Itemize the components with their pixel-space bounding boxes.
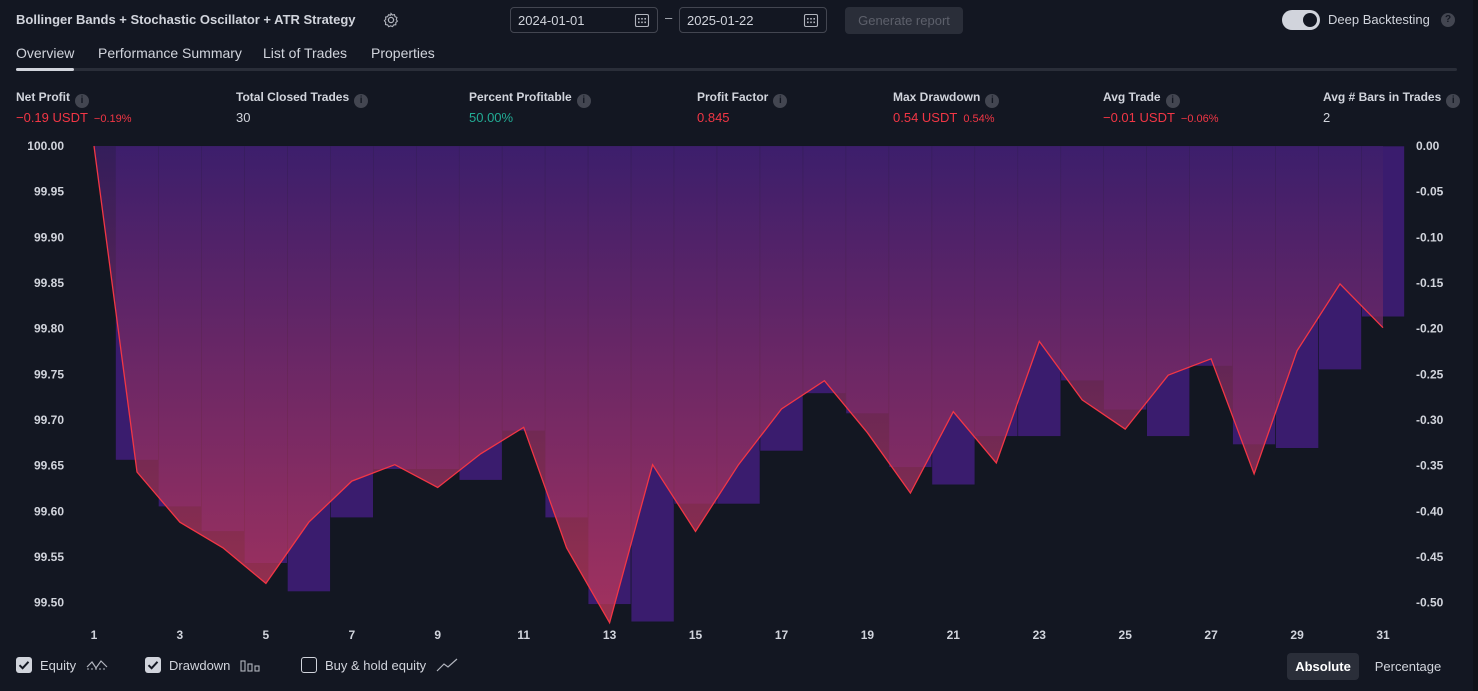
- x-axis-tick-label: 11: [517, 628, 530, 642]
- metric-net-profit-label: Net Profit i: [16, 90, 89, 108]
- right-axis-tick-label: -0.15: [1416, 276, 1444, 290]
- metric-profit-factor-value: 0.845: [697, 110, 730, 125]
- info-icon[interactable]: i: [75, 94, 89, 108]
- metric-total-closed-trades-label: Total Closed Trades i: [236, 90, 369, 108]
- drawdown-bars-icon: [240, 660, 260, 675]
- x-axis-tick-label: 21: [947, 628, 961, 642]
- right-axis-tick-label: -0.40: [1416, 504, 1444, 518]
- x-axis-tick-label: 31: [1376, 628, 1390, 642]
- left-axis-tick-label: 100.00: [27, 139, 64, 153]
- metric-percent-profitable-label: Percent Profitable i: [469, 90, 591, 108]
- gear-icon[interactable]: [382, 11, 400, 29]
- checkbox-equity[interactable]: [16, 657, 32, 673]
- info-icon[interactable]: i: [354, 94, 369, 108]
- calendar-icon[interactable]: [803, 12, 819, 28]
- legend-buy-hold[interactable]: Buy & hold equity: [301, 657, 458, 675]
- info-icon[interactable]: i: [1165, 94, 1180, 108]
- right-axis-tick-label: -0.05: [1416, 185, 1444, 199]
- right-axis-tick-label: -0.30: [1416, 413, 1444, 427]
- left-axis-tick-label: 99.80: [34, 322, 64, 336]
- left-axis-tick-label: 99.60: [34, 504, 64, 518]
- metric-total-closed-trades-value: 30: [236, 110, 251, 125]
- buy-hold-line-icon: [436, 658, 458, 675]
- metric-max-drawdown-label: Max Drawdown i: [893, 90, 1000, 108]
- x-axis-tick-label: 25: [1119, 628, 1133, 642]
- left-axis-tick-label: 99.70: [34, 413, 64, 427]
- metric-percent-profitable-value: 50.00%: [469, 110, 514, 125]
- right-axis-tick-label: -0.10: [1416, 230, 1444, 244]
- right-axis-tick-label: -0.45: [1416, 550, 1444, 564]
- metric-net-profit-value: −0.19 USDT −0.19%: [16, 110, 132, 125]
- legend-drawdown[interactable]: Drawdown: [145, 657, 260, 675]
- x-axis-tick-label: 15: [689, 628, 703, 642]
- x-axis-tick-label: 17: [775, 628, 789, 642]
- right-axis-tick-label: -0.50: [1416, 596, 1444, 610]
- left-axis-tick-label: 99.95: [34, 185, 64, 199]
- generate-report-button[interactable]: Generate report: [845, 7, 963, 34]
- left-axis-tick-label: 99.85: [34, 276, 64, 290]
- info-icon[interactable]: i: [1446, 94, 1461, 108]
- info-icon[interactable]: i: [773, 94, 788, 108]
- metric-max-drawdown-value: 0.54 USDT 0.54%: [893, 110, 995, 125]
- right-axis-tick-label: -0.35: [1416, 459, 1444, 473]
- right-axis-tick-label: -0.25: [1416, 367, 1444, 381]
- tab-properties[interactable]: Properties: [371, 45, 435, 61]
- equity-drawdown-chart[interactable]: 100.00 99.95 99.90 99.85 99.80 99.75 99.70 99.6…: [0, 130, 1470, 650]
- deep-backtesting-label: Deep Backtesting: [1328, 12, 1430, 27]
- left-axis-tick-label: 99.65: [34, 459, 64, 473]
- x-axis-tick-label: 3: [177, 628, 184, 642]
- calendar-icon[interactable]: [634, 12, 650, 28]
- right-axis-tick-label: -0.20: [1416, 322, 1444, 336]
- tab-underline-track: [16, 68, 1457, 71]
- info-icon[interactable]: i: [576, 94, 591, 108]
- left-axis-tick-label: 99.75: [34, 367, 64, 381]
- checkbox-drawdown[interactable]: [145, 657, 161, 673]
- date-separator: –: [665, 10, 673, 25]
- checkbox-buy-hold[interactable]: [301, 657, 317, 673]
- metric-avg-trade-label: Avg Trade i: [1103, 90, 1180, 108]
- info-icon[interactable]: i: [985, 94, 1000, 108]
- x-axis-tick-label: 13: [603, 628, 617, 642]
- x-axis-tick-label: 9: [434, 628, 441, 642]
- left-axis-tick-label: 99.50: [34, 596, 64, 610]
- x-axis-tick-label: 1: [91, 628, 98, 642]
- toggle-knob: [1303, 13, 1317, 27]
- left-axis-tick-label: 99.55: [34, 550, 64, 564]
- x-axis-tick-label: 29: [1290, 628, 1304, 642]
- scrollbar-track[interactable]: [1473, 0, 1478, 691]
- tab-active-indicator: [16, 68, 74, 71]
- help-icon[interactable]: ?: [1441, 13, 1455, 27]
- absolute-toggle-button[interactable]: Absolute: [1287, 653, 1359, 680]
- x-axis-tick-label: 27: [1204, 628, 1218, 642]
- percentage-toggle-button[interactable]: Percentage: [1366, 653, 1450, 680]
- deep-backtesting-toggle[interactable]: [1282, 10, 1320, 30]
- x-axis-tick-label: 5: [263, 628, 270, 642]
- metric-avg-bars-value: 2: [1323, 110, 1331, 125]
- x-axis-tick-label: 19: [861, 628, 875, 642]
- x-axis-tick-label: 7: [348, 628, 355, 642]
- x-axis-tick-label: 23: [1033, 628, 1047, 642]
- metric-profit-factor-label: Profit Factor i: [697, 90, 788, 108]
- equity-line-icon: [86, 660, 108, 675]
- strategy-title: Bollinger Bands + Stochastic Oscillator …: [16, 12, 356, 27]
- metric-avg-bars-label: Avg # Bars in Trades i: [1323, 90, 1461, 108]
- right-axis-tick-label: 0.00: [1416, 139, 1440, 153]
- tab-performance-summary[interactable]: Performance Summary: [98, 45, 242, 61]
- left-axis-tick-label: 99.90: [34, 230, 64, 244]
- tab-overview[interactable]: Overview: [16, 45, 74, 61]
- metric-avg-trade-value: −0.01 USDT −0.06%: [1103, 110, 1219, 125]
- legend-equity[interactable]: Equity: [16, 657, 108, 675]
- tab-list-of-trades[interactable]: List of Trades: [263, 45, 347, 61]
